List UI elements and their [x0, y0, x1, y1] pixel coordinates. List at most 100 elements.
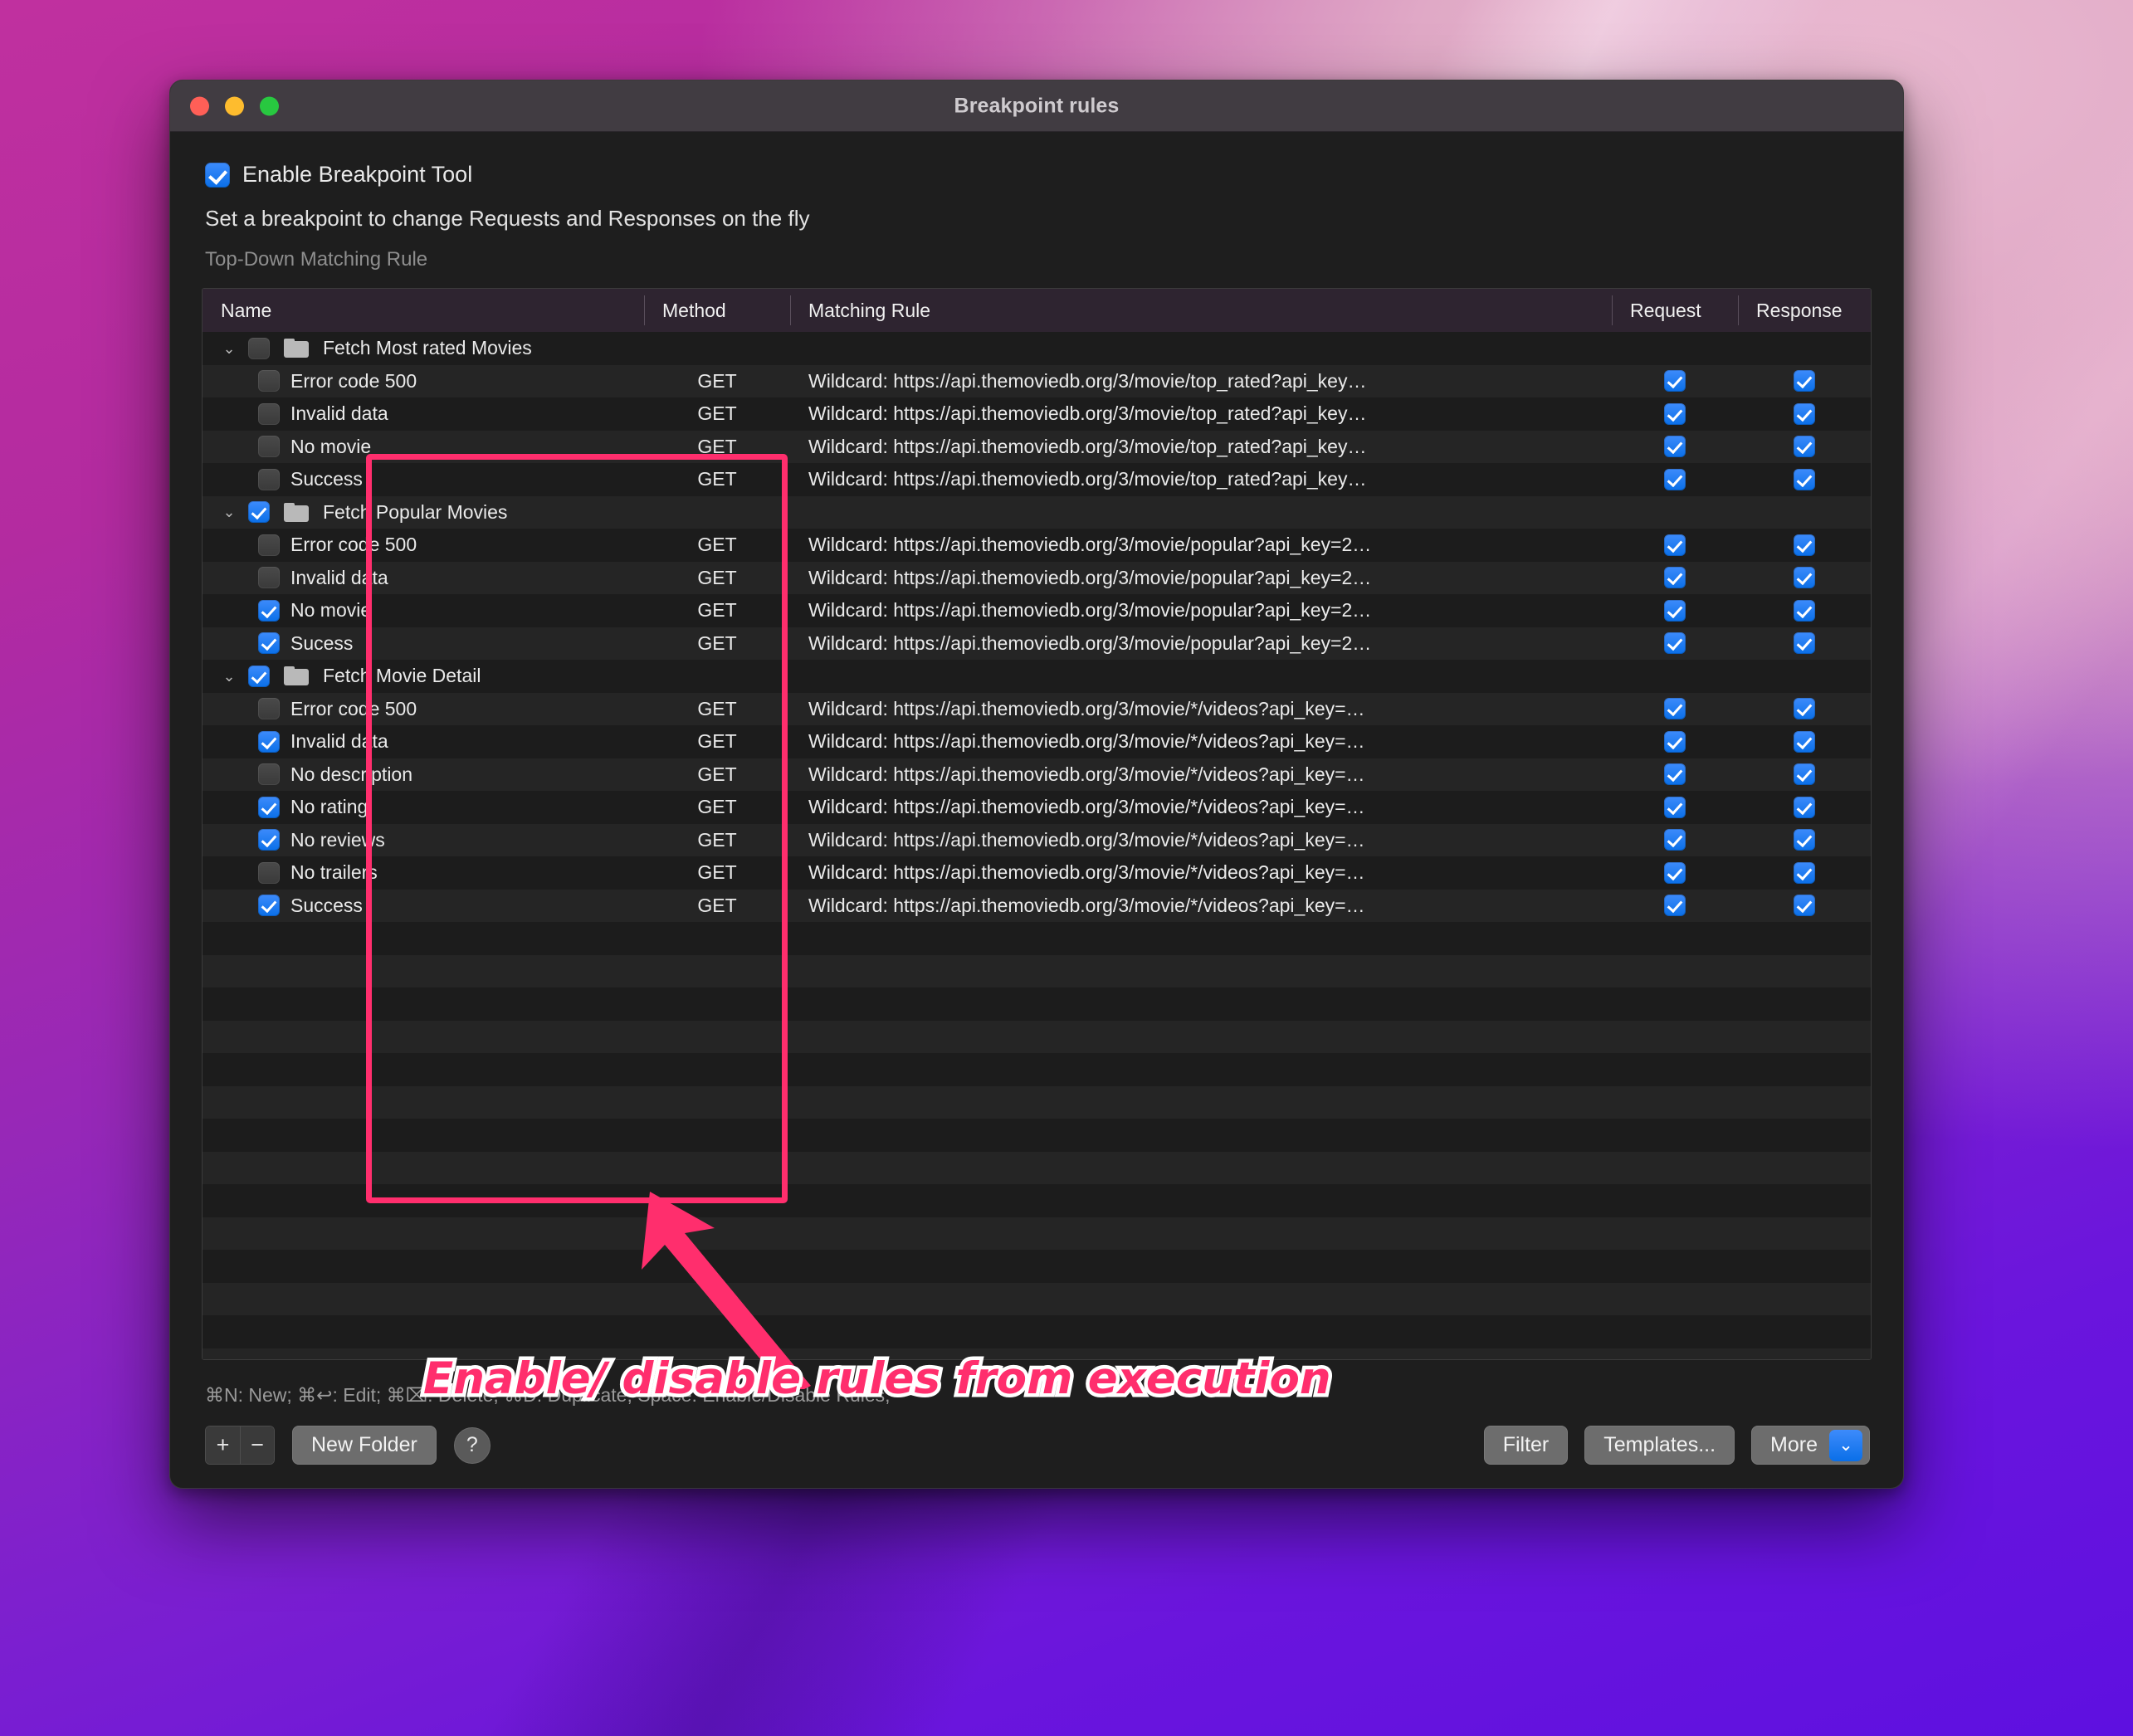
rule-enable-checkbox[interactable] — [258, 402, 280, 425]
cell-name[interactable]: No movie — [203, 594, 644, 627]
table-row[interactable]: Error code 500 GET Wildcard: https://api.t… — [203, 529, 1871, 562]
request-checkbox[interactable] — [1664, 796, 1686, 818]
request-checkbox[interactable] — [1664, 567, 1686, 589]
request-checkbox[interactable] — [1664, 402, 1686, 425]
table-row-empty[interactable] — [203, 1085, 1871, 1119]
table-row[interactable]: No movie GET Wildcard: https://api.themovi… — [203, 430, 1871, 464]
table-row[interactable]: No description GET Wildcard: https://api.t… — [203, 758, 1871, 792]
disclosure-triangle-icon[interactable]: ⌄ — [221, 505, 237, 519]
cell-name[interactable]: Error code 500 — [203, 365, 644, 398]
table-row[interactable]: ⌄ Fetch Movie Detail — [203, 660, 1871, 693]
rule-enable-checkbox[interactable] — [258, 763, 280, 786]
table-row-empty[interactable] — [203, 954, 1871, 987]
enable-breakpoint-tool-row[interactable]: Enable Breakpoint Tool — [170, 132, 1903, 188]
response-checkbox[interactable] — [1794, 698, 1815, 720]
column-header-method[interactable]: Method — [644, 289, 790, 332]
folder-enable-checkbox[interactable] — [248, 665, 270, 687]
request-checkbox[interactable] — [1664, 895, 1686, 917]
more-button[interactable]: More ⌄ — [1751, 1426, 1870, 1465]
response-checkbox[interactable] — [1794, 730, 1815, 753]
cell-name[interactable]: No description — [203, 758, 644, 792]
cell-name[interactable]: ⌄ Fetch Most rated Movies — [203, 332, 644, 365]
disclosure-triangle-icon[interactable]: ⌄ — [221, 341, 237, 356]
response-checkbox[interactable] — [1794, 599, 1815, 622]
response-checkbox[interactable] — [1794, 436, 1815, 458]
table-row-empty[interactable] — [203, 1184, 1871, 1217]
table-row[interactable]: Success GET Wildcard: https://api.themovie… — [203, 889, 1871, 923]
rule-enable-checkbox[interactable] — [258, 599, 280, 622]
cell-name[interactable]: No movie — [203, 431, 644, 464]
cell-name[interactable]: No rating — [203, 791, 644, 824]
response-checkbox[interactable] — [1794, 567, 1815, 589]
table-row-empty[interactable] — [203, 1053, 1871, 1086]
folder-enable-checkbox[interactable] — [248, 337, 270, 359]
table-row[interactable]: Invalid data GET Wildcard: https://api.the… — [203, 725, 1871, 758]
cell-name[interactable]: Success — [203, 890, 644, 923]
cell-name[interactable]: Error code 500 — [203, 693, 644, 726]
cell-name[interactable]: Success — [203, 463, 644, 496]
request-checkbox[interactable] — [1664, 534, 1686, 556]
cell-name[interactable]: Sucess — [203, 627, 644, 661]
request-checkbox[interactable] — [1664, 436, 1686, 458]
request-checkbox[interactable] — [1664, 468, 1686, 490]
rule-enable-checkbox[interactable] — [258, 829, 280, 851]
chevron-down-icon[interactable]: ⌄ — [1829, 1429, 1862, 1461]
filter-button[interactable]: Filter — [1483, 1426, 1569, 1465]
table-row[interactable]: Error code 500 GET Wildcard: https://api.t… — [203, 364, 1871, 398]
table-row-empty[interactable] — [203, 1020, 1871, 1053]
cell-name[interactable]: Invalid data — [203, 397, 644, 431]
response-checkbox[interactable] — [1794, 829, 1815, 851]
response-checkbox[interactable] — [1794, 895, 1815, 917]
response-checkbox[interactable] — [1794, 632, 1815, 655]
enable-breakpoint-tool-checkbox[interactable] — [205, 162, 230, 188]
table-row[interactable]: No trailers GET Wildcard: https://api.them… — [203, 856, 1871, 890]
table-row[interactable]: No movie GET Wildcard: https://api.themovi… — [203, 594, 1871, 627]
response-checkbox[interactable] — [1794, 763, 1815, 786]
rule-enable-checkbox[interactable] — [258, 468, 280, 490]
new-folder-button[interactable]: New Folder — [292, 1426, 437, 1465]
request-checkbox[interactable] — [1664, 599, 1686, 622]
help-button[interactable]: ? — [453, 1426, 491, 1464]
table-row-empty[interactable] — [203, 1119, 1871, 1152]
request-checkbox[interactable] — [1664, 861, 1686, 884]
response-checkbox[interactable] — [1794, 534, 1815, 556]
request-checkbox[interactable] — [1664, 763, 1686, 786]
table-row[interactable]: Error code 500 GET Wildcard: https://api.t… — [203, 692, 1871, 726]
cell-name[interactable]: ⌄ Fetch Movie Detail — [203, 660, 644, 693]
templates-button[interactable]: Templates... — [1584, 1426, 1735, 1465]
rule-enable-checkbox[interactable] — [258, 567, 280, 589]
table-row[interactable]: ⌄ Fetch Popular Movies — [203, 495, 1871, 529]
request-checkbox[interactable] — [1664, 698, 1686, 720]
request-checkbox[interactable] — [1664, 829, 1686, 851]
response-checkbox[interactable] — [1794, 402, 1815, 425]
cell-name[interactable]: Invalid data — [203, 725, 644, 758]
column-header-name[interactable]: Name — [203, 289, 644, 332]
cell-name[interactable]: No trailers — [203, 856, 644, 890]
table-row-empty[interactable] — [203, 1151, 1871, 1184]
table-row-empty[interactable] — [203, 1282, 1871, 1315]
table-row[interactable]: ⌄ Fetch Most rated Movies — [203, 332, 1871, 365]
rule-enable-checkbox[interactable] — [258, 698, 280, 720]
rule-enable-checkbox[interactable] — [258, 534, 280, 556]
rule-enable-checkbox[interactable] — [258, 895, 280, 917]
response-checkbox[interactable] — [1794, 861, 1815, 884]
table-row-empty[interactable] — [203, 1217, 1871, 1250]
column-header-response[interactable]: Response — [1738, 289, 1871, 332]
response-checkbox[interactable] — [1794, 796, 1815, 818]
cell-name[interactable]: No reviews — [203, 824, 644, 857]
cell-name[interactable]: ⌄ Fetch Popular Movies — [203, 496, 644, 529]
remove-rule-button[interactable]: − — [240, 1426, 274, 1464]
rule-enable-checkbox[interactable] — [258, 796, 280, 818]
table-row-empty[interactable] — [203, 987, 1871, 1021]
column-header-request[interactable]: Request — [1612, 289, 1738, 332]
column-header-matching-rule[interactable]: Matching Rule — [790, 289, 1612, 332]
add-rule-button[interactable]: + — [206, 1426, 240, 1464]
table-row[interactable]: No rating GET Wildcard: https://api.themov… — [203, 791, 1871, 824]
request-checkbox[interactable] — [1664, 370, 1686, 393]
disclosure-triangle-icon[interactable]: ⌄ — [221, 669, 237, 684]
table-row[interactable]: Invalid data GET Wildcard: https://api.the… — [203, 397, 1871, 431]
cell-name[interactable]: Invalid data — [203, 562, 644, 595]
table-row-empty[interactable] — [203, 1315, 1871, 1348]
table-row[interactable]: Success GET Wildcard: https://api.themovie… — [203, 463, 1871, 496]
response-checkbox[interactable] — [1794, 468, 1815, 490]
